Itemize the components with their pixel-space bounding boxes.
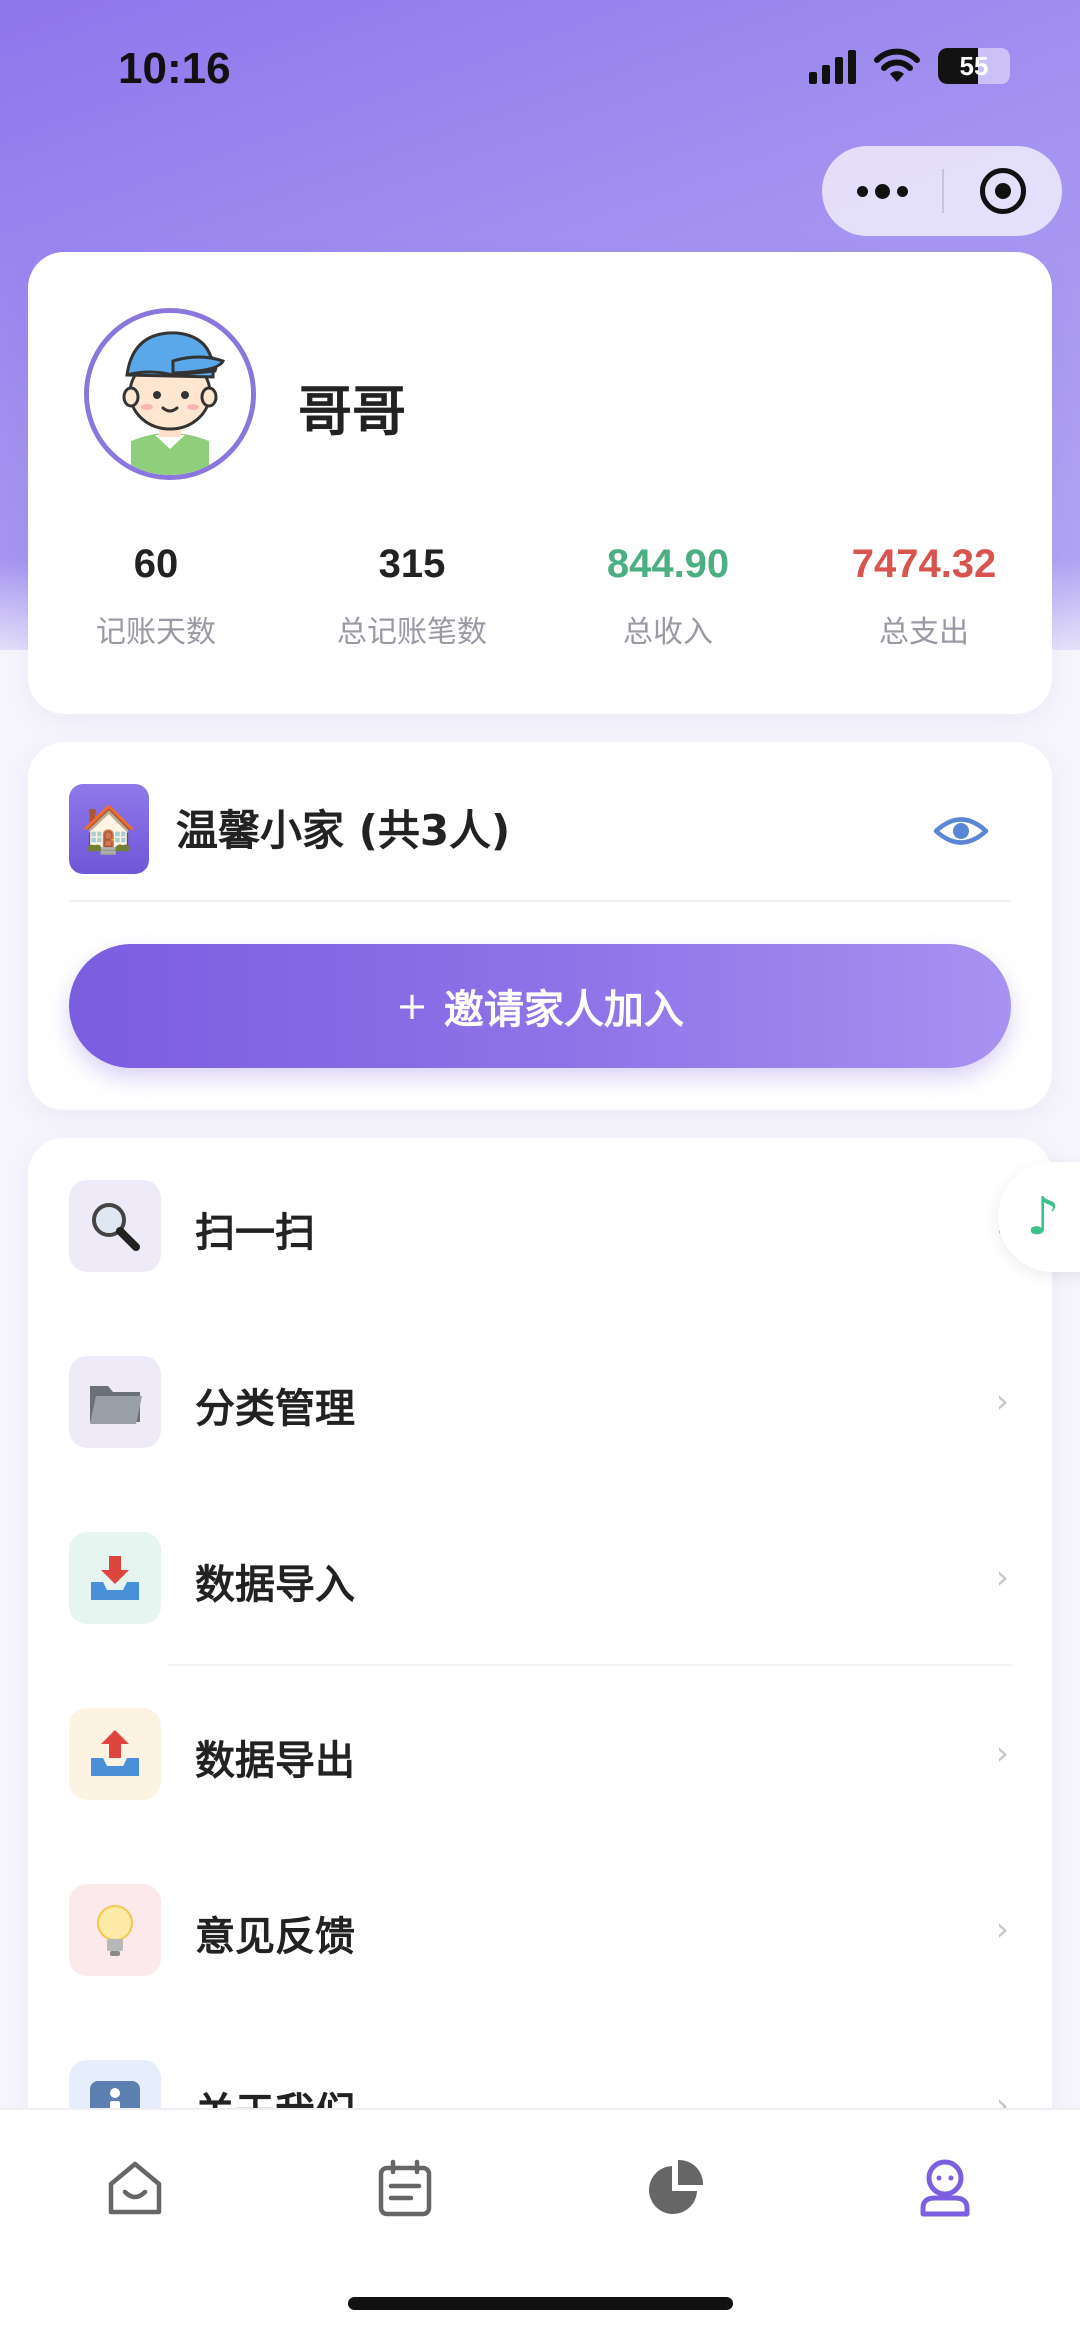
battery-icon: 55: [938, 48, 1010, 84]
folder-icon: [69, 1356, 161, 1448]
stat-label: 记账天数: [96, 615, 216, 650]
magnifier-icon: [69, 1180, 161, 1272]
tab-stats[interactable]: [635, 2148, 715, 2228]
avatar[interactable]: [84, 308, 256, 480]
stat-income: 844.90 总收入: [540, 542, 796, 651]
menu-item-category[interactable]: 分类管理 ›: [28, 1314, 1052, 1490]
stat-value: 315: [378, 542, 446, 586]
home-icon: [108, 2161, 162, 2215]
menu-label: 数据导入: [195, 1562, 355, 1608]
stat-label: 总收入: [623, 615, 713, 650]
stat-value: 60: [133, 542, 179, 586]
house-icon: 🏠: [69, 784, 149, 874]
invite-label: 邀请家人加入: [443, 987, 684, 1033]
menu-item-import[interactable]: 数据导入 ›: [28, 1490, 1052, 1666]
more-dots-icon[interactable]: [822, 183, 942, 199]
username: 哥哥: [298, 380, 406, 443]
stat-records: 315 总记账笔数: [284, 542, 540, 651]
family-name[interactable]: 温馨小家 (共3人): [176, 797, 510, 858]
pie-chart-icon: [649, 2159, 704, 2214]
chevron-right-icon: ›: [996, 1558, 1009, 1596]
close-miniprogram-button[interactable]: [944, 168, 1062, 214]
music-note-icon: ♪: [1026, 1187, 1060, 1247]
chevron-right-icon: ›: [996, 1734, 1009, 1772]
family-card: 🏠 温馨小家 (共3人) + 邀请家人加入: [28, 742, 1052, 1110]
menu-label: 意见反馈: [195, 1914, 355, 1960]
stats-row: 60 记账天数 315 总记账笔数 844.90 总收入 7474.32 总支出: [28, 542, 1052, 651]
plus-icon: +: [396, 984, 428, 1028]
stat-days: 60 记账天数: [28, 542, 284, 651]
profile-icon: [920, 2159, 970, 2217]
tab-home[interactable]: [95, 2148, 175, 2228]
menu-item-feedback[interactable]: 意见反馈 ›: [28, 1842, 1052, 2018]
chevron-right-icon: ›: [996, 1910, 1009, 1948]
chevron-right-icon: ›: [996, 1382, 1009, 1420]
wifi-icon: [874, 48, 920, 82]
stat-label: 总支出: [879, 615, 969, 650]
list-note-icon: [378, 2159, 432, 2217]
stat-value: 844.90: [606, 542, 730, 586]
boy-cap-avatar-icon: [89, 313, 251, 475]
invite-family-button[interactable]: + 邀请家人加入: [69, 944, 1011, 1068]
eye-icon[interactable]: [932, 802, 990, 860]
signal-icon: [809, 48, 856, 84]
menu-item-scan[interactable]: 扫一扫 ›: [28, 1138, 1052, 1314]
target-circle-icon: [980, 168, 1026, 214]
stat-expense: 7474.32 总支出: [796, 542, 1052, 651]
profile-card: 哥哥 60 记账天数 315 总记账笔数 844.90 总收入 7474.32 …: [28, 252, 1052, 714]
stat-label: 总记账笔数: [337, 615, 487, 650]
family-divider: [70, 900, 1010, 902]
menu-label: 数据导出: [195, 1738, 355, 1784]
menu-item-export[interactable]: 数据导出 ›: [28, 1666, 1052, 1842]
status-icons: 55: [809, 48, 1010, 84]
menu-card: 扫一扫 › 分类管理 › 数据导入 › 数据导出 › 意见反馈 › 关于我们: [28, 1138, 1052, 2198]
home-indicator: [348, 2297, 733, 2310]
menu-label: 分类管理: [195, 1386, 355, 1432]
status-time: 10:16: [118, 44, 231, 93]
battery-level: 55: [959, 50, 989, 81]
menu-label: 扫一扫: [195, 1210, 315, 1256]
miniprogram-capsule: [822, 146, 1062, 236]
inbox-upload-icon: [69, 1708, 161, 1800]
stat-value: 7474.32: [851, 542, 997, 586]
tab-records[interactable]: [365, 2148, 445, 2228]
tab-profile[interactable]: [905, 2148, 985, 2228]
lightbulb-icon: [69, 1884, 161, 1976]
inbox-download-icon: [69, 1532, 161, 1624]
